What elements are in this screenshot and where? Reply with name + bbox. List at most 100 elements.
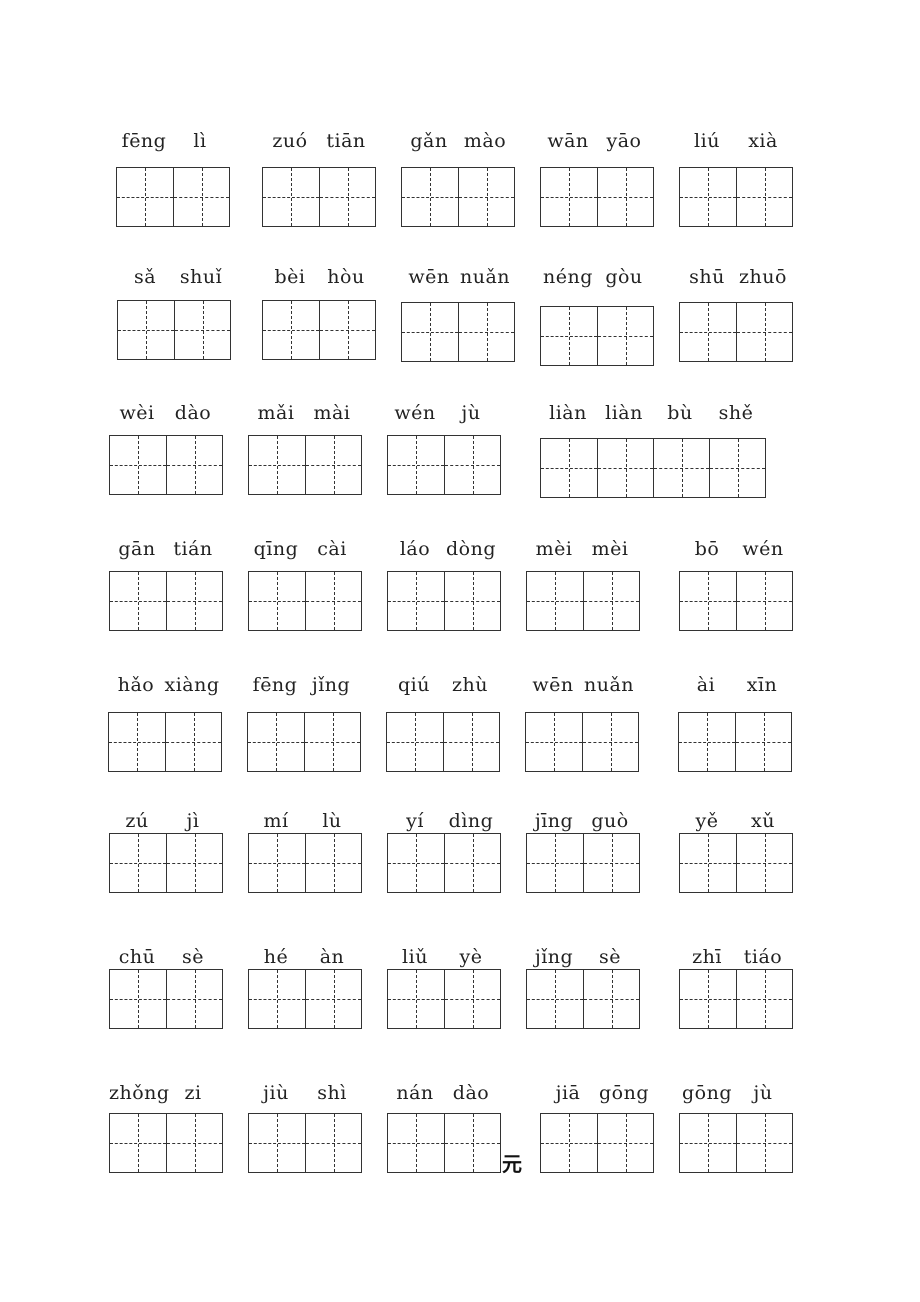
tianzige-cell[interactable] bbox=[109, 713, 165, 771]
tianzige-cell[interactable] bbox=[680, 168, 736, 226]
tianzige-cell[interactable] bbox=[458, 168, 514, 226]
tianzige-cell[interactable] bbox=[319, 168, 375, 226]
pinyin-syllable: gōng bbox=[681, 1082, 732, 1104]
tianzige-cell[interactable] bbox=[110, 970, 166, 1028]
pinyin-label: hǎo xiàng bbox=[108, 672, 220, 698]
tianzige-cell[interactable] bbox=[527, 572, 583, 630]
tianzige-cell[interactable] bbox=[653, 439, 709, 497]
tianzige-cell[interactable] bbox=[583, 834, 639, 892]
tianzige-cell[interactable] bbox=[388, 970, 444, 1028]
tianzige-cell[interactable] bbox=[305, 834, 361, 892]
tianzige-cell[interactable] bbox=[583, 970, 639, 1028]
tianzige-cell[interactable] bbox=[597, 1114, 653, 1172]
tianzige-cell[interactable] bbox=[597, 168, 653, 226]
tianzige-cell[interactable] bbox=[680, 303, 736, 361]
tianzige-cell[interactable] bbox=[680, 834, 736, 892]
tianzige-cell[interactable] bbox=[118, 301, 174, 359]
tianzige-cell[interactable] bbox=[527, 970, 583, 1028]
tianzige-cell[interactable] bbox=[679, 713, 735, 771]
pinyin-label: liàn liàn bù shě bbox=[540, 400, 764, 426]
writing-grid bbox=[109, 435, 223, 495]
tianzige-cell[interactable] bbox=[305, 436, 361, 494]
tianzige-cell[interactable] bbox=[526, 713, 582, 771]
tianzige-cell[interactable] bbox=[166, 834, 222, 892]
tianzige-cell[interactable] bbox=[249, 1114, 305, 1172]
tianzige-cell[interactable] bbox=[263, 301, 319, 359]
pinyin-label: jiā gōng bbox=[540, 1080, 652, 1106]
pinyin-syllable: shì bbox=[317, 1082, 347, 1104]
tianzige-cell[interactable] bbox=[305, 572, 361, 630]
tianzige-cell[interactable] bbox=[388, 1114, 444, 1172]
tianzige-cell[interactable] bbox=[166, 572, 222, 630]
tianzige-cell[interactable] bbox=[444, 436, 500, 494]
pinyin-syllable: wén bbox=[742, 538, 784, 560]
tianzige-cell[interactable] bbox=[174, 301, 230, 359]
tianzige-cell[interactable] bbox=[444, 572, 500, 630]
tianzige-cell[interactable] bbox=[117, 168, 173, 226]
tianzige-cell[interactable] bbox=[387, 713, 443, 771]
pinyin-label: mí lù bbox=[248, 808, 360, 834]
tianzige-cell[interactable] bbox=[166, 970, 222, 1028]
tianzige-cell[interactable] bbox=[305, 1114, 361, 1172]
tianzige-cell[interactable] bbox=[249, 436, 305, 494]
tianzige-cell[interactable] bbox=[388, 572, 444, 630]
tianzige-cell[interactable] bbox=[165, 713, 221, 771]
tianzige-cell[interactable] bbox=[597, 307, 653, 365]
tianzige-cell[interactable] bbox=[402, 168, 458, 226]
tianzige-cell[interactable] bbox=[680, 572, 736, 630]
tianzige-cell[interactable] bbox=[444, 1114, 500, 1172]
tianzige-cell[interactable] bbox=[680, 1114, 736, 1172]
tianzige-cell[interactable] bbox=[527, 834, 583, 892]
tianzige-cell[interactable] bbox=[444, 834, 500, 892]
tianzige-cell[interactable] bbox=[166, 1114, 222, 1172]
pinyin-syllable: yí bbox=[406, 810, 424, 832]
pinyin-label: yě xǔ bbox=[679, 808, 791, 834]
pinyin-syllable: fēng bbox=[252, 674, 298, 696]
pinyin-syllable: dào bbox=[452, 1082, 490, 1104]
pinyin-label: gǎn mào bbox=[401, 128, 513, 154]
tianzige-cell[interactable] bbox=[249, 834, 305, 892]
tianzige-cell[interactable] bbox=[304, 713, 360, 771]
tianzige-cell[interactable] bbox=[444, 970, 500, 1028]
tianzige-cell[interactable] bbox=[249, 572, 305, 630]
tianzige-cell[interactable] bbox=[402, 303, 458, 361]
tianzige-cell[interactable] bbox=[541, 439, 597, 497]
tianzige-cell[interactable] bbox=[541, 1114, 597, 1172]
tianzige-cell[interactable] bbox=[166, 436, 222, 494]
pinyin-syllable: liàn bbox=[549, 402, 587, 424]
tianzige-cell[interactable] bbox=[249, 970, 305, 1028]
tianzige-cell[interactable] bbox=[305, 970, 361, 1028]
tianzige-cell[interactable] bbox=[458, 303, 514, 361]
tianzige-cell[interactable] bbox=[736, 834, 792, 892]
tianzige-cell[interactable] bbox=[443, 713, 499, 771]
tianzige-cell[interactable] bbox=[110, 1114, 166, 1172]
tianzige-cell[interactable] bbox=[736, 1114, 792, 1172]
tianzige-cell[interactable] bbox=[110, 572, 166, 630]
pinyin-syllable: qiú bbox=[398, 674, 430, 696]
tianzige-cell[interactable] bbox=[680, 970, 736, 1028]
writing-grid bbox=[387, 969, 501, 1029]
tianzige-cell[interactable] bbox=[736, 168, 792, 226]
tianzige-cell[interactable] bbox=[173, 168, 229, 226]
tianzige-cell[interactable] bbox=[248, 713, 304, 771]
tianzige-cell[interactable] bbox=[319, 301, 375, 359]
tianzige-cell[interactable] bbox=[110, 834, 166, 892]
tianzige-cell[interactable] bbox=[582, 713, 638, 771]
tianzige-cell[interactable] bbox=[388, 834, 444, 892]
tianzige-cell[interactable] bbox=[709, 439, 765, 497]
tianzige-cell[interactable] bbox=[388, 436, 444, 494]
tianzige-cell[interactable] bbox=[583, 572, 639, 630]
tianzige-cell[interactable] bbox=[263, 168, 319, 226]
pinyin-label: hé àn bbox=[248, 944, 360, 970]
tianzige-cell[interactable] bbox=[541, 168, 597, 226]
tianzige-cell[interactable] bbox=[736, 572, 792, 630]
pinyin-label: mǎi mài bbox=[248, 400, 360, 426]
tianzige-cell[interactable] bbox=[736, 303, 792, 361]
tianzige-cell[interactable] bbox=[110, 436, 166, 494]
tianzige-cell[interactable] bbox=[597, 439, 653, 497]
pinyin-syllable: wān bbox=[547, 130, 589, 152]
tianzige-cell[interactable] bbox=[735, 713, 791, 771]
pinyin-syllable: qīng bbox=[253, 538, 299, 560]
tianzige-cell[interactable] bbox=[736, 970, 792, 1028]
tianzige-cell[interactable] bbox=[541, 307, 597, 365]
